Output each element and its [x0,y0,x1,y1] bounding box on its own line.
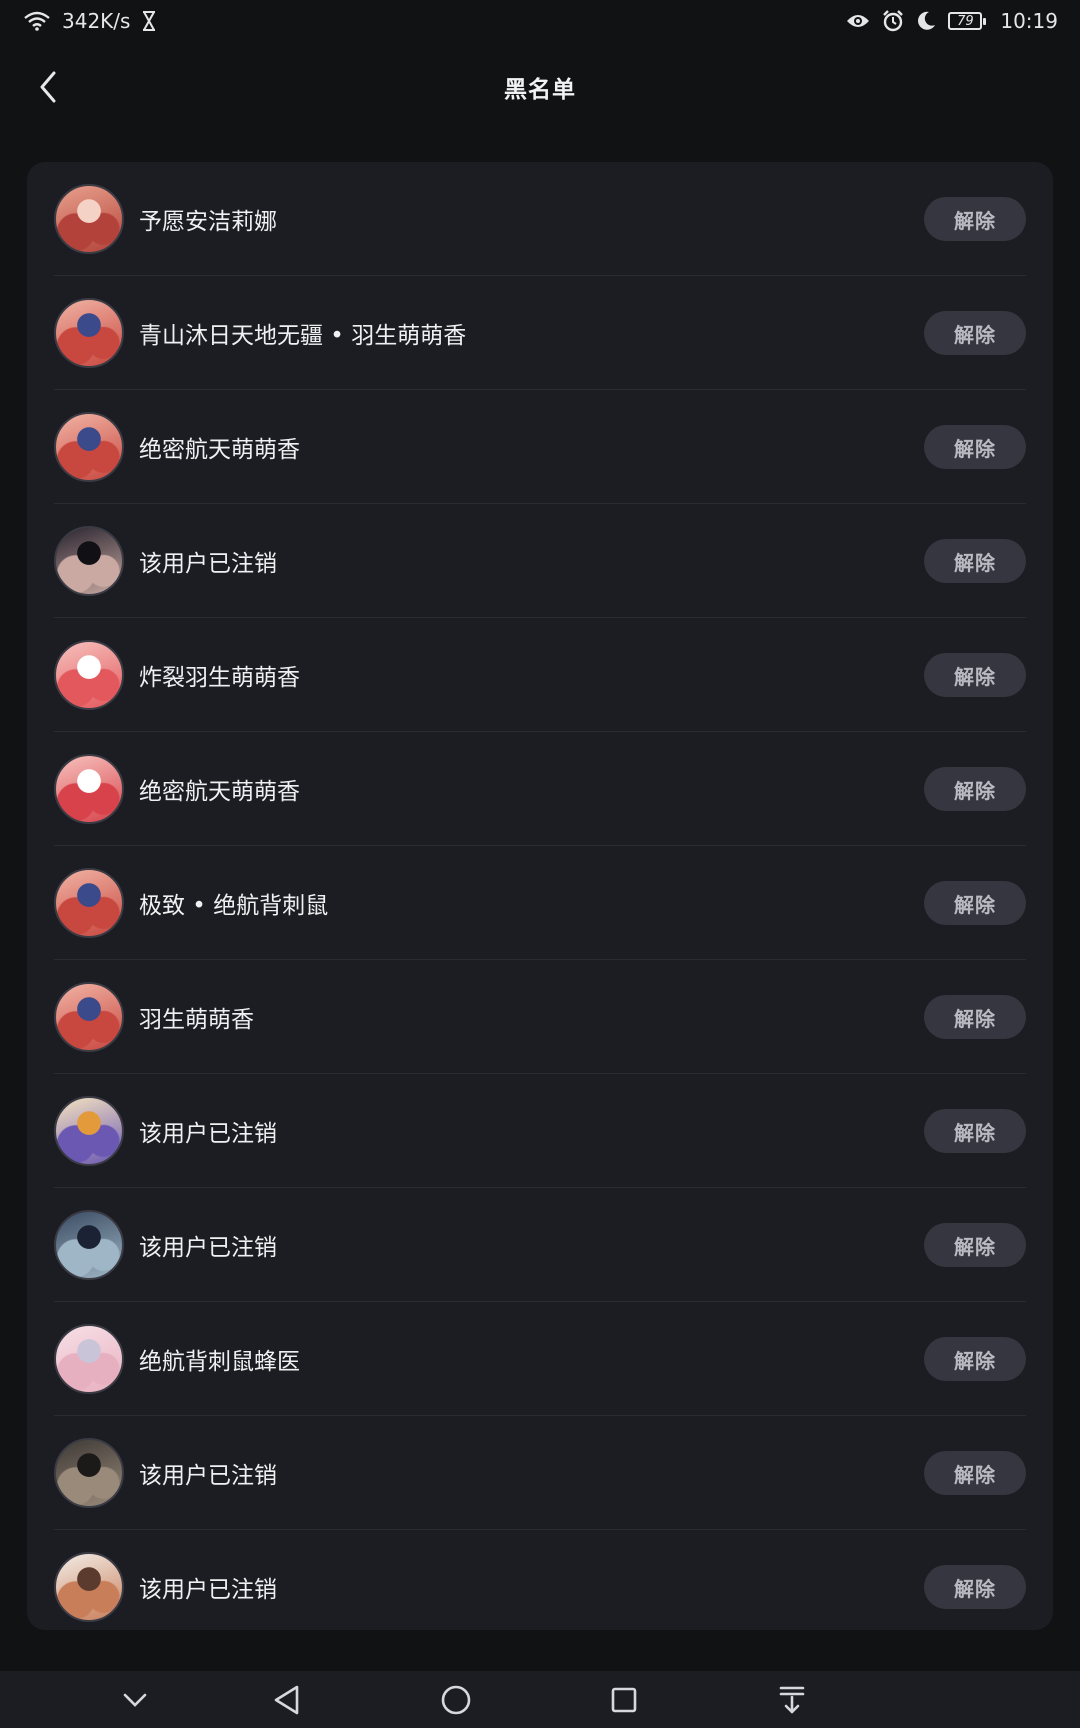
blacklist-row: 该用户已注销 解除 [27,1416,1053,1530]
back-triangle-icon[interactable] [267,1680,307,1720]
blacklist-row: 该用户已注销 解除 [27,504,1053,618]
unblock-button[interactable]: 解除 [924,767,1026,811]
avatar[interactable] [54,982,124,1052]
avatar[interactable] [54,526,124,596]
blacklist-row: 青山沐日天地无疆 • 羽生萌萌香 解除 [27,276,1053,390]
avatar[interactable] [54,184,124,254]
recents-square-icon[interactable] [604,1680,644,1720]
page-title: 黑名单 [504,77,576,103]
alarm-icon [882,10,904,32]
username: 该用户已注销 [139,551,277,577]
chevron-left-icon [40,71,56,103]
unblock-button[interactable]: 解除 [924,653,1026,697]
blacklist-row: 该用户已注销 解除 [27,1074,1053,1188]
blacklist-row: 绝密航天萌萌香 解除 [27,732,1053,846]
hourglass-icon [142,11,156,31]
avatar[interactable] [54,1324,124,1394]
unblock-button[interactable]: 解除 [924,539,1026,583]
avatar[interactable] [54,754,124,824]
avatar[interactable] [54,868,124,938]
avatar[interactable] [54,298,124,368]
home-circle-icon[interactable] [436,1680,476,1720]
back-button[interactable] [28,66,68,108]
header: 黑名单 [0,42,1080,132]
username: 该用户已注销 [139,1235,277,1261]
avatar[interactable] [54,1210,124,1280]
moon-icon [916,11,936,31]
avatar[interactable] [54,640,124,710]
blacklist-row: 羽生萌萌香 解除 [27,960,1053,1074]
username: 绝航背刺鼠蜂医 [139,1349,300,1375]
blacklist-card: 予愿安洁莉娜 解除 青山沐日天地无疆 • 羽生萌萌香 解除 绝密航天萌萌香 解除 该用户已注… [27,162,1053,1630]
net-speed: 342K/s [62,9,131,33]
username: 绝密航天萌萌香 [139,779,300,805]
username: 极致 • 绝航背刺鼠 [139,893,329,919]
unblock-button[interactable]: 解除 [924,881,1026,925]
unblock-button[interactable]: 解除 [924,1451,1026,1495]
avatar[interactable] [54,1552,124,1622]
username: 该用户已注销 [139,1463,277,1489]
wifi-icon [24,11,50,31]
username: 炸裂羽生萌萌香 [139,665,300,691]
username: 羽生萌萌香 [139,1007,254,1033]
blacklist-row: 炸裂羽生萌萌香 解除 [27,618,1053,732]
username: 该用户已注销 [139,1577,277,1603]
system-nav-bar [0,1671,1080,1728]
username: 予愿安洁莉娜 [139,209,277,235]
status-bar: 342K/s 79 10:19 [0,0,1080,42]
unblock-button[interactable]: 解除 [924,995,1026,1039]
eye-icon [846,13,870,29]
username: 青山沐日天地无疆 • 羽生萌萌香 [139,323,467,349]
unblock-button[interactable]: 解除 [924,197,1026,241]
unblock-button[interactable]: 解除 [924,1109,1026,1153]
unblock-button[interactable]: 解除 [924,1223,1026,1267]
unblock-button[interactable]: 解除 [924,1337,1026,1381]
battery-level: 79 [957,13,974,29]
blacklist-row: 予愿安洁莉娜 解除 [27,162,1053,276]
clock: 10:19 [1000,9,1058,33]
blacklist-row: 该用户已注销 解除 [27,1530,1053,1630]
avatar[interactable] [54,412,124,482]
unblock-button[interactable]: 解除 [924,425,1026,469]
unblock-button[interactable]: 解除 [924,1565,1026,1609]
unblock-button[interactable]: 解除 [924,311,1026,355]
collapse-icon[interactable] [115,1680,155,1720]
blacklist-row: 极致 • 绝航背刺鼠 解除 [27,846,1053,960]
notification-pull-icon[interactable] [772,1680,812,1720]
avatar[interactable] [54,1438,124,1508]
battery-icon: 79 [948,12,987,30]
blacklist-row: 绝航背刺鼠蜂医 解除 [27,1302,1053,1416]
blacklist-row: 绝密航天萌萌香 解除 [27,390,1053,504]
avatar[interactable] [54,1096,124,1166]
username: 绝密航天萌萌香 [139,437,300,463]
blacklist-row: 该用户已注销 解除 [27,1188,1053,1302]
username: 该用户已注销 [139,1121,277,1147]
